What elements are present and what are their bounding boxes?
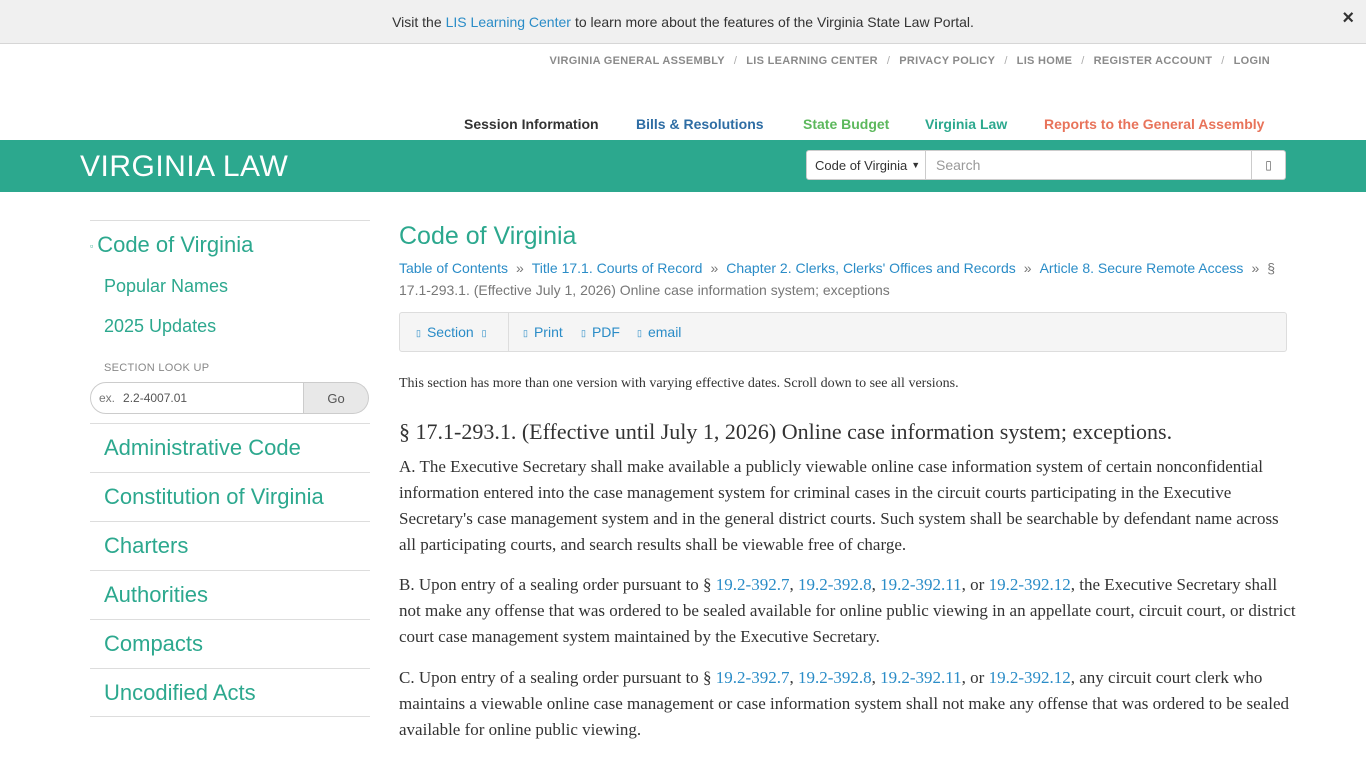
nav-session-information[interactable]: Session Information xyxy=(464,116,599,132)
ref-19-2-392-12[interactable]: 19.2-392.12 xyxy=(989,668,1071,687)
util-virginia-general-assembly[interactable]: VIRGINIA GENERAL ASSEMBLY xyxy=(550,55,725,67)
ref-19-2-392-8[interactable]: 19.2-392.8 xyxy=(798,668,872,687)
search-input[interactable]: Search xyxy=(926,150,1252,180)
email-icon: ▯ xyxy=(637,328,642,338)
print-label: Print xyxy=(533,324,563,340)
section-heading: § 17.1-293.1. (Effective until July 1, 2… xyxy=(399,419,1173,444)
notice-banner: Visit the LIS Learning Center to learn m… xyxy=(0,0,1366,44)
section-lookup-prefix: ex. xyxy=(99,391,116,405)
crumb-separator: » xyxy=(515,260,524,276)
sidebar-code-of-virginia[interactable]: ▫ Code of Virginia xyxy=(90,232,253,258)
ref-19-2-392-11[interactable]: 19.2-392.11 xyxy=(880,668,962,687)
sidebar-sections: Administrative Code Constitution of Virg… xyxy=(90,423,370,717)
nav-virginia-law[interactable]: Virginia Law xyxy=(925,116,1007,132)
util-separator: / xyxy=(1081,55,1085,67)
main-content: Code of Virginia Table of Contents » Title… xyxy=(399,222,1297,739)
util-separator: / xyxy=(1221,55,1225,67)
sidebar-top-rule xyxy=(90,220,370,221)
crumb-separator: » xyxy=(710,260,719,276)
ref-19-2-392-11[interactable]: 19.2-392.11 xyxy=(880,575,962,594)
sidebar-uncodified-acts[interactable]: Uncodified Acts xyxy=(90,668,370,717)
utility-nav: VIRGINIA GENERAL ASSEMBLY / LIS LEARNING… xyxy=(550,55,1270,67)
close-icon[interactable]: × xyxy=(1342,8,1354,28)
para-c-prefix: C. Upon entry of a sealing order pursuan… xyxy=(399,668,712,687)
section-lookup-input[interactable]: ex. 2.2-4007.01 xyxy=(90,382,304,414)
sidebar-popular-names[interactable]: Popular Names xyxy=(104,276,228,297)
sidebar-main-label: Code of Virginia xyxy=(97,232,254,257)
crumb-separator: » xyxy=(1023,260,1032,276)
prev-icon: ▯ xyxy=(416,328,421,338)
util-separator: / xyxy=(733,55,738,67)
ref-19-2-392-8[interactable]: 19.2-392.8 xyxy=(798,575,872,594)
paragraph-a: A. The Executive Secretary shall make av… xyxy=(399,457,1279,554)
search-button[interactable]: ▯ xyxy=(1252,150,1286,180)
next-icon: ▯ xyxy=(481,328,487,338)
search-icon: ▯ xyxy=(1265,158,1272,172)
sidebar-authorities[interactable]: Authorities xyxy=(90,570,370,619)
email-button[interactable]: ▯ email xyxy=(637,324,681,340)
print-button[interactable]: ▯ Print xyxy=(523,324,563,340)
section-toolbar: ▯ Section ▯ ▯ Print ▯ PDF ▯ email xyxy=(399,312,1287,352)
crumb-chapter-2[interactable]: Chapter 2. Clerks, Clerks' Offices and R… xyxy=(726,260,1016,276)
sidebar-charters[interactable]: Charters xyxy=(90,521,370,570)
pdf-button[interactable]: ▯ PDF xyxy=(581,324,620,340)
search-group: Code of Virginia ▼ Search ▯ xyxy=(806,150,1286,180)
notice-prefix: Visit the xyxy=(392,13,442,30)
go-button[interactable]: Go xyxy=(304,382,369,414)
sidebar-administrative-code[interactable]: Administrative Code xyxy=(90,423,370,472)
util-separator: / xyxy=(1004,55,1008,67)
bullet-icon: ▫ xyxy=(90,241,94,252)
email-label: email xyxy=(647,324,682,340)
util-lis-home[interactable]: LIS HOME xyxy=(1017,55,1073,67)
section-nav-label: Section xyxy=(426,324,474,340)
breadcrumb: Table of Contents » Title 17.1. Courts of … xyxy=(399,257,1297,301)
section-lookup-value: 2.2-4007.01 xyxy=(123,391,188,405)
ref-19-2-392-12[interactable]: 19.2-392.12 xyxy=(989,575,1071,594)
util-separator: / xyxy=(886,55,891,67)
nav-state-budget[interactable]: State Budget xyxy=(803,116,889,132)
caret-down-icon: ▼ xyxy=(911,160,921,170)
util-privacy-policy[interactable]: PRIVACY POLICY xyxy=(899,55,995,67)
util-register-account[interactable]: REGISTER ACCOUNT xyxy=(1094,55,1213,67)
para-b-prefix: B. Upon entry of a sealing order pursuan… xyxy=(399,575,712,594)
crumb-current-b: 17.1-293.1. (Effective July 1, 2026) Onl… xyxy=(399,282,890,298)
crumb-separator: » xyxy=(1251,260,1260,276)
notice-suffix: to learn more about the features of the … xyxy=(574,13,974,30)
main-nav: Session Information Bills & Resolutions … xyxy=(0,116,1366,136)
search-scope-select[interactable]: Code of Virginia ▼ xyxy=(806,150,926,180)
pdf-icon: ▯ xyxy=(581,328,586,338)
ref-19-2-392-7[interactable]: 19.2-392.7 xyxy=(716,575,790,594)
versions-note: This section has more than one version w… xyxy=(399,376,959,391)
crumb-article-8[interactable]: Article 8. Secure Remote Access xyxy=(1040,260,1244,276)
paragraph-b: B. Upon entry of a sealing order pursuan… xyxy=(399,575,1296,646)
util-login[interactable]: LOGIN xyxy=(1234,55,1270,67)
sidebar-constitution-of-virginia[interactable]: Constitution of Virginia xyxy=(90,472,370,521)
pdf-label: PDF xyxy=(591,324,620,340)
crumb-table-of-contents[interactable]: Table of Contents xyxy=(399,260,508,276)
sidebar: ▫ Code of Virginia Popular Names 2025 Upd… xyxy=(90,220,370,717)
crumb-title-17-1[interactable]: Title 17.1. Courts of Record xyxy=(532,260,703,276)
nav-bills-resolutions[interactable]: Bills & Resolutions xyxy=(636,116,764,132)
section-nav-button[interactable]: ▯ Section ▯ xyxy=(416,324,487,340)
section-lookup: ex. 2.2-4007.01 Go xyxy=(90,382,369,414)
section-lookup-label: SECTION LOOK UP xyxy=(104,362,210,374)
header-band: VIRGINIA LAW Code of Virginia ▼ Search ▯ xyxy=(0,140,1366,192)
sidebar-compacts[interactable]: Compacts xyxy=(90,619,370,668)
page-title: Code of Virginia xyxy=(399,222,577,250)
paragraph-c: C. Upon entry of a sealing order pursuan… xyxy=(399,668,1289,739)
lis-learning-center-link[interactable]: LIS Learning Center xyxy=(446,14,571,30)
crumb-current-a: § xyxy=(1267,260,1276,276)
nav-reports-general-assembly[interactable]: Reports to the General Assembly xyxy=(1044,116,1264,132)
sidebar-2025-updates[interactable]: 2025 Updates xyxy=(104,316,216,337)
print-icon: ▯ xyxy=(523,328,528,338)
site-brand[interactable]: VIRGINIA LAW xyxy=(80,150,288,184)
util-lis-learning-center[interactable]: LIS LEARNING CENTER xyxy=(746,55,878,67)
search-scope-value: Code of Virginia xyxy=(815,157,908,173)
toolbar-divider xyxy=(508,313,509,351)
ref-19-2-392-7[interactable]: 19.2-392.7 xyxy=(716,668,790,687)
